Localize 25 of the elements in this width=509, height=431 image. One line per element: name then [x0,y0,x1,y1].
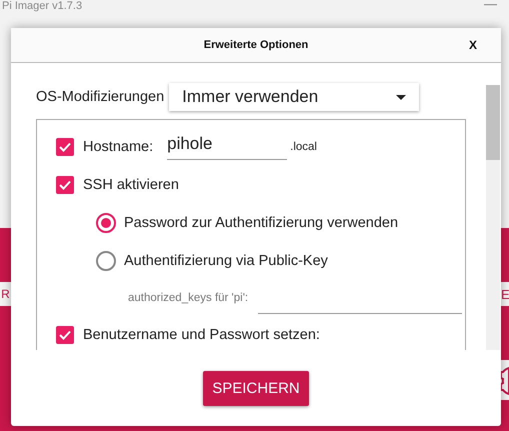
save-button[interactable]: SPEICHERN [203,370,309,406]
radio-button[interactable] [96,251,116,271]
scrollbar[interactable] [486,85,500,350]
field-label: OS-Modifizierungen [36,89,164,105]
dialog-title: Erweiterte Optionen [204,39,308,51]
option-label: Authentifizierung via Public-Key [124,253,328,269]
close-button[interactable]: X [468,38,477,52]
domain-suffix: .local [290,141,317,153]
field-label: authorized_keys für 'pi': [128,292,248,304]
background-button[interactable]: E [501,282,509,306]
checkbox[interactable] [56,326,74,344]
option-label: Benutzername und Passwort setzen: [83,327,320,343]
checkbox[interactable] [56,138,74,156]
caret-icon [396,94,406,100]
hostname-field[interactable]: pihole [167,134,288,160]
radio-button[interactable] [96,213,116,233]
gear-icon[interactable] [501,360,509,400]
minimize-button[interactable]: — [484,0,497,11]
option-label: Hostname: [83,139,154,155]
checkbox[interactable] [56,176,74,194]
dropdown[interactable]: Immer verwenden [169,83,420,111]
option-label: SSH aktivieren [83,177,179,193]
window-title: Pi Imager v1.7.3 [2,0,82,12]
option-label: Password zur Authentifizierung verwenden [124,215,398,231]
background-button[interactable]: R [0,282,11,306]
